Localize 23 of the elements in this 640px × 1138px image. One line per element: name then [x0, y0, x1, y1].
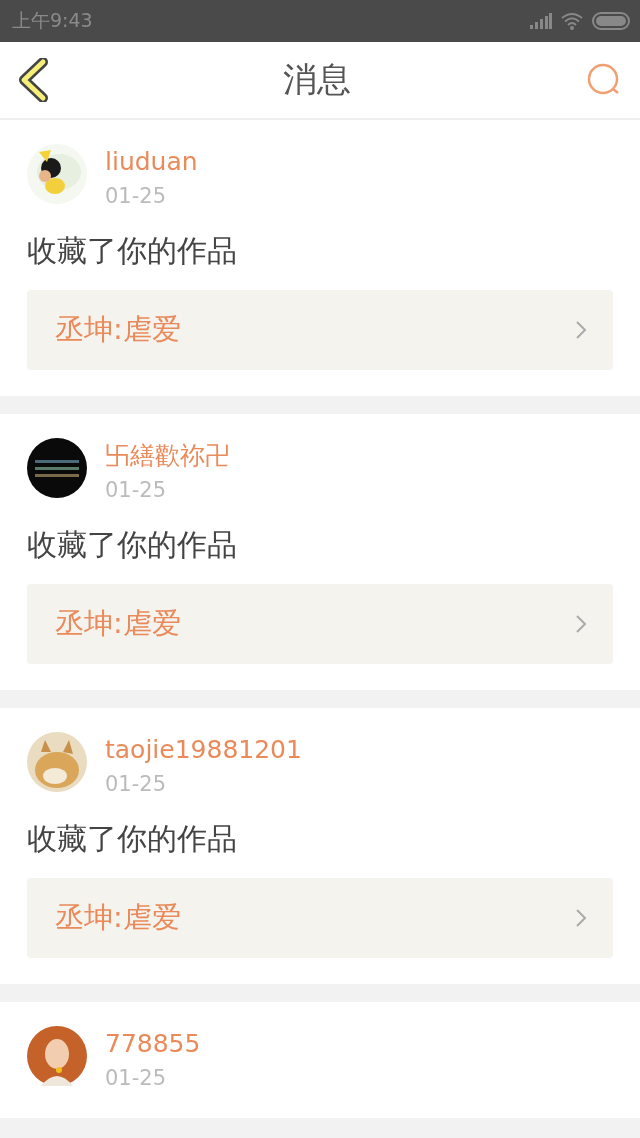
message-date: 01-25 — [105, 477, 168, 504]
user-name[interactable]: 卐繕歡祢卍 — [105, 440, 230, 472]
message-text: 收藏了你的作品 — [27, 526, 238, 564]
message-text: 收藏了你的作品 — [27, 232, 238, 270]
battery-icon — [592, 12, 630, 30]
wifi-icon — [560, 12, 584, 30]
message-date: 01-25 — [105, 183, 168, 210]
page-title: 消息 — [283, 58, 351, 101]
work-link[interactable]: 丞坤:虐爱 — [27, 878, 613, 958]
signal-icon — [530, 13, 552, 29]
message-text: 收藏了你的作品 — [27, 820, 238, 858]
back-icon[interactable] — [18, 58, 48, 102]
message-date: 01-25 — [105, 771, 168, 798]
chevron-icon — [575, 908, 587, 928]
chevron-icon — [575, 614, 587, 634]
chevron-icon — [575, 320, 587, 340]
user-name[interactable]: liuduan — [105, 146, 198, 178]
user-name[interactable]: 778855 — [105, 1028, 201, 1060]
status-time: 上午9:43 — [12, 8, 93, 33]
user-name[interactable]: taojie19881201 — [105, 734, 302, 766]
work-link[interactable]: 丞坤:虐爱 — [27, 290, 613, 370]
message-date: 01-25 — [105, 1065, 168, 1092]
work-link[interactable]: 丞坤:虐爱 — [27, 584, 613, 664]
